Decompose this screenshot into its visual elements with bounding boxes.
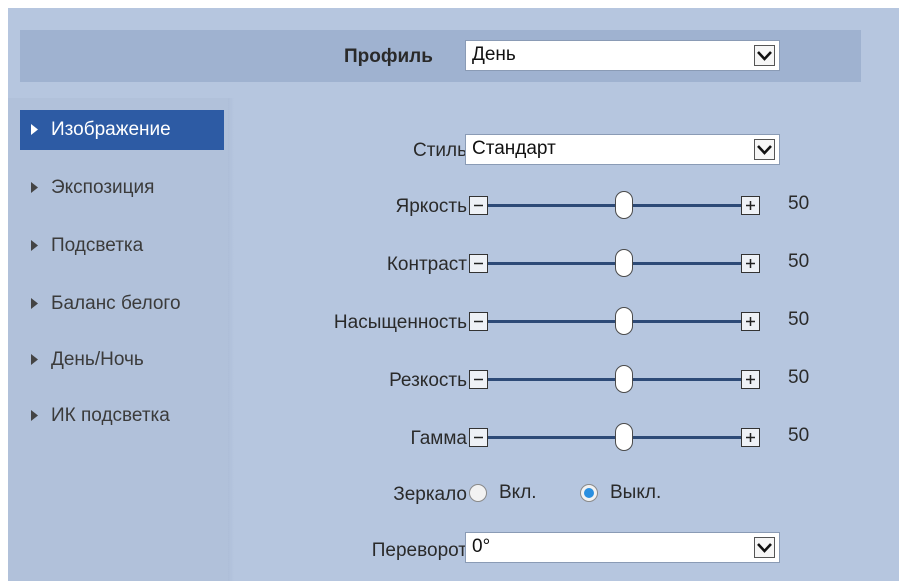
chevron-down-icon[interactable] [754, 537, 775, 558]
sidebar-divider [228, 98, 234, 581]
sidebar-item-label: Подсветка [51, 235, 144, 256]
gamma-value: 50 [788, 425, 810, 446]
sidebar-item-exposure[interactable]: Экспозиция [20, 168, 224, 208]
minus-icon[interactable] [469, 370, 488, 389]
sidebar-item-backlight[interactable]: Подсветка [20, 226, 224, 266]
sidebar-item-label: ИК подсветка [51, 405, 170, 426]
style-select-value: Стандарт [472, 138, 556, 159]
caret-right-icon [31, 298, 38, 309]
saturation-slider[interactable] [469, 304, 779, 338]
gamma-slider[interactable] [469, 420, 779, 454]
caret-right-icon [31, 240, 38, 251]
contrast-slider[interactable] [469, 246, 779, 280]
saturation-label: Насыщенность [333, 312, 467, 333]
slider-thumb[interactable] [615, 307, 633, 335]
sidebar-item-label: Баланс белого [51, 293, 181, 314]
sharpness-value: 50 [788, 367, 810, 388]
sidebar-item-ir-light[interactable]: ИК подсветка [20, 396, 224, 436]
flip-label: Переворот [371, 540, 467, 561]
brightness-label: Яркость [395, 196, 467, 217]
sidebar-item-label: Экспозиция [51, 177, 155, 198]
caret-right-icon [31, 124, 38, 135]
mirror-label: Зеркало [393, 484, 467, 505]
slider-thumb[interactable] [615, 191, 633, 219]
mirror-off-label: Выкл. [610, 482, 662, 503]
contrast-label: Контраст [386, 254, 467, 275]
plus-icon[interactable] [741, 312, 760, 331]
mirror-off-radio[interactable] [580, 484, 598, 502]
minus-icon[interactable] [469, 312, 488, 331]
slider-thumb[interactable] [615, 249, 633, 277]
minus-icon[interactable] [469, 196, 488, 215]
flip-select[interactable]: 0° [465, 532, 780, 563]
style-select[interactable]: Стандарт [465, 134, 780, 165]
chevron-down-icon[interactable] [754, 139, 775, 160]
mirror-on-label: Вкл. [499, 482, 537, 503]
flip-select-value: 0° [472, 536, 491, 557]
saturation-value: 50 [788, 309, 810, 330]
gamma-label: Гамма [410, 428, 467, 449]
sharpness-slider[interactable] [469, 362, 779, 396]
plus-icon[interactable] [741, 196, 760, 215]
brightness-slider[interactable] [469, 188, 779, 222]
profile-label: Профиль [344, 46, 433, 67]
slider-thumb[interactable] [615, 365, 633, 393]
mirror-on-radio[interactable] [469, 484, 487, 502]
plus-icon[interactable] [741, 254, 760, 273]
sidebar-item-day-night[interactable]: День/Ночь [20, 340, 224, 380]
profile-select[interactable]: День [465, 40, 780, 71]
sidebar-item-label: День/Ночь [51, 349, 144, 370]
sidebar-item-image[interactable]: Изображение [20, 110, 224, 150]
profile-select-value: День [472, 44, 516, 65]
caret-right-icon [31, 182, 38, 193]
minus-icon[interactable] [469, 428, 488, 447]
sharpness-label: Резкость [389, 370, 467, 391]
caret-right-icon [31, 354, 38, 365]
slider-thumb[interactable] [615, 423, 633, 451]
brightness-value: 50 [788, 193, 810, 214]
style-label: Стиль [412, 140, 467, 161]
sidebar-item-label: Изображение [51, 119, 171, 140]
sidebar-item-white-balance[interactable]: Баланс белого [20, 284, 224, 324]
caret-right-icon [31, 410, 38, 421]
plus-icon[interactable] [741, 370, 760, 389]
plus-icon[interactable] [741, 428, 760, 447]
contrast-value: 50 [788, 251, 810, 272]
minus-icon[interactable] [469, 254, 488, 273]
chevron-down-icon[interactable] [754, 45, 775, 66]
